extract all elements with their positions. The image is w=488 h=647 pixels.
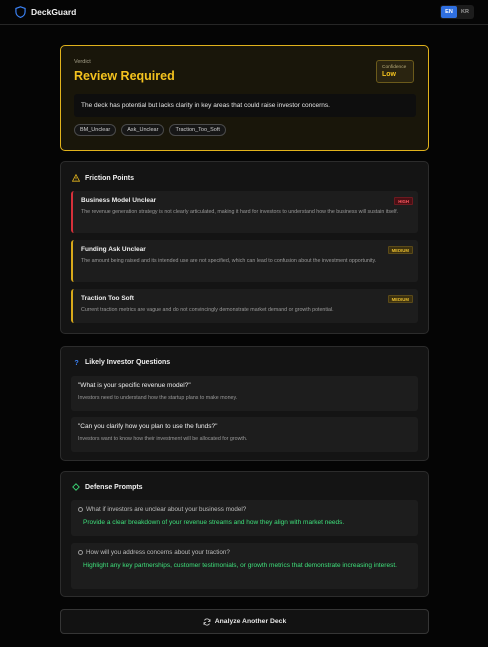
friction-points-header: Friction Points bbox=[72, 174, 134, 182]
top-bar: DeckGuard EN KR bbox=[0, 0, 488, 25]
severity-badge: MEDIUM bbox=[387, 295, 413, 303]
analyze-button-label: Analyze Another Deck bbox=[214, 618, 287, 625]
circle-icon bbox=[78, 507, 83, 512]
app-name: DeckGuard bbox=[31, 7, 77, 17]
svg-text:?: ? bbox=[74, 358, 78, 366]
defense-question: What if investors are unclear about your… bbox=[78, 506, 411, 513]
tag-ask-unclear: Ask_Unclear bbox=[121, 124, 165, 136]
friction-item-description: The amount being raised and its intended… bbox=[81, 258, 377, 264]
verdict-tags: BM_Unclear Ask_Unclear Traction_Too_Soft bbox=[74, 124, 226, 136]
friction-points-card: Friction Points Business Model Unclear T… bbox=[60, 161, 429, 334]
verdict-label: Verdict bbox=[74, 59, 91, 65]
app-logo[interactable]: DeckGuard bbox=[15, 6, 76, 18]
confidence-value: Low bbox=[382, 71, 396, 78]
friction-item-description: Current traction metrics are vague and d… bbox=[81, 307, 334, 313]
verdict-card: Verdict Review Required Confidence Low T… bbox=[60, 45, 429, 151]
question-icon: ? bbox=[74, 358, 78, 366]
lang-en-button[interactable]: EN bbox=[441, 6, 457, 18]
shield-icon bbox=[15, 6, 26, 18]
defense-prompts-header: Defense Prompts bbox=[72, 483, 143, 491]
friction-item: Funding Ask Unclear The amount being rai… bbox=[71, 240, 418, 282]
friction-points-title: Friction Points bbox=[85, 174, 134, 182]
defense-prompts-card: Defense Prompts What if investors are un… bbox=[60, 471, 429, 597]
question-item: "What is your specific revenue model?" I… bbox=[71, 376, 418, 411]
defense-question-text: How will you address concerns about your… bbox=[86, 549, 230, 556]
analyze-another-deck-button[interactable]: Analyze Another Deck bbox=[60, 609, 429, 634]
diamond-icon bbox=[72, 483, 80, 491]
friction-item-name: Traction Too Soft bbox=[81, 295, 134, 302]
tag-traction-too-soft: Traction_Too_Soft bbox=[169, 124, 226, 136]
defense-question-text: What if investors are unclear about your… bbox=[86, 506, 247, 513]
question-text: "Can you clarify how you plan to use the… bbox=[78, 423, 218, 430]
investor-questions-title: Likely Investor Questions bbox=[85, 358, 171, 366]
investor-questions-card: ? Likely Investor Questions "What is you… bbox=[60, 346, 429, 461]
question-text: "What is your specific revenue model?" bbox=[78, 382, 191, 389]
question-item: "Can you clarify how you plan to use the… bbox=[71, 417, 418, 452]
verdict-title: Review Required bbox=[74, 69, 175, 83]
warning-icon bbox=[72, 174, 80, 182]
refresh-icon bbox=[203, 618, 211, 625]
severity-badge: MEDIUM bbox=[387, 246, 413, 254]
investor-questions-header: ? Likely Investor Questions bbox=[72, 358, 170, 366]
friction-item-description: The revenue generation strategy is not c… bbox=[81, 209, 399, 215]
tag-bm-unclear: BM_Unclear bbox=[74, 124, 117, 136]
friction-item-name: Business Model Unclear bbox=[81, 197, 157, 204]
confidence-badge: Confidence Low bbox=[376, 60, 414, 83]
friction-item-name: Funding Ask Unclear bbox=[81, 246, 146, 253]
defense-item: What if investors are unclear about your… bbox=[71, 500, 418, 536]
defense-item: How will you address concerns about your… bbox=[71, 543, 418, 589]
defense-question: How will you address concerns about your… bbox=[78, 549, 411, 556]
defense-answer: Provide a clear breakdown of your revenu… bbox=[83, 519, 345, 526]
circle-icon bbox=[78, 550, 83, 555]
language-switcher: EN KR bbox=[440, 5, 474, 19]
confidence-label: Confidence bbox=[382, 65, 407, 70]
question-reason: Investors want to know how their investm… bbox=[78, 436, 248, 442]
question-reason: Investors need to understand how the sta… bbox=[78, 395, 238, 401]
friction-item: Traction Too Soft Current traction metri… bbox=[71, 289, 418, 323]
lang-kr-button[interactable]: KR bbox=[457, 6, 473, 18]
defense-answer: Highlight any key partnerships, customer… bbox=[83, 562, 397, 569]
defense-prompts-title: Defense Prompts bbox=[85, 483, 143, 491]
severity-badge: HIGH bbox=[394, 197, 413, 205]
friction-item: Business Model Unclear The revenue gener… bbox=[71, 191, 418, 233]
verdict-summary: The deck has potential but lacks clarity… bbox=[74, 94, 416, 117]
